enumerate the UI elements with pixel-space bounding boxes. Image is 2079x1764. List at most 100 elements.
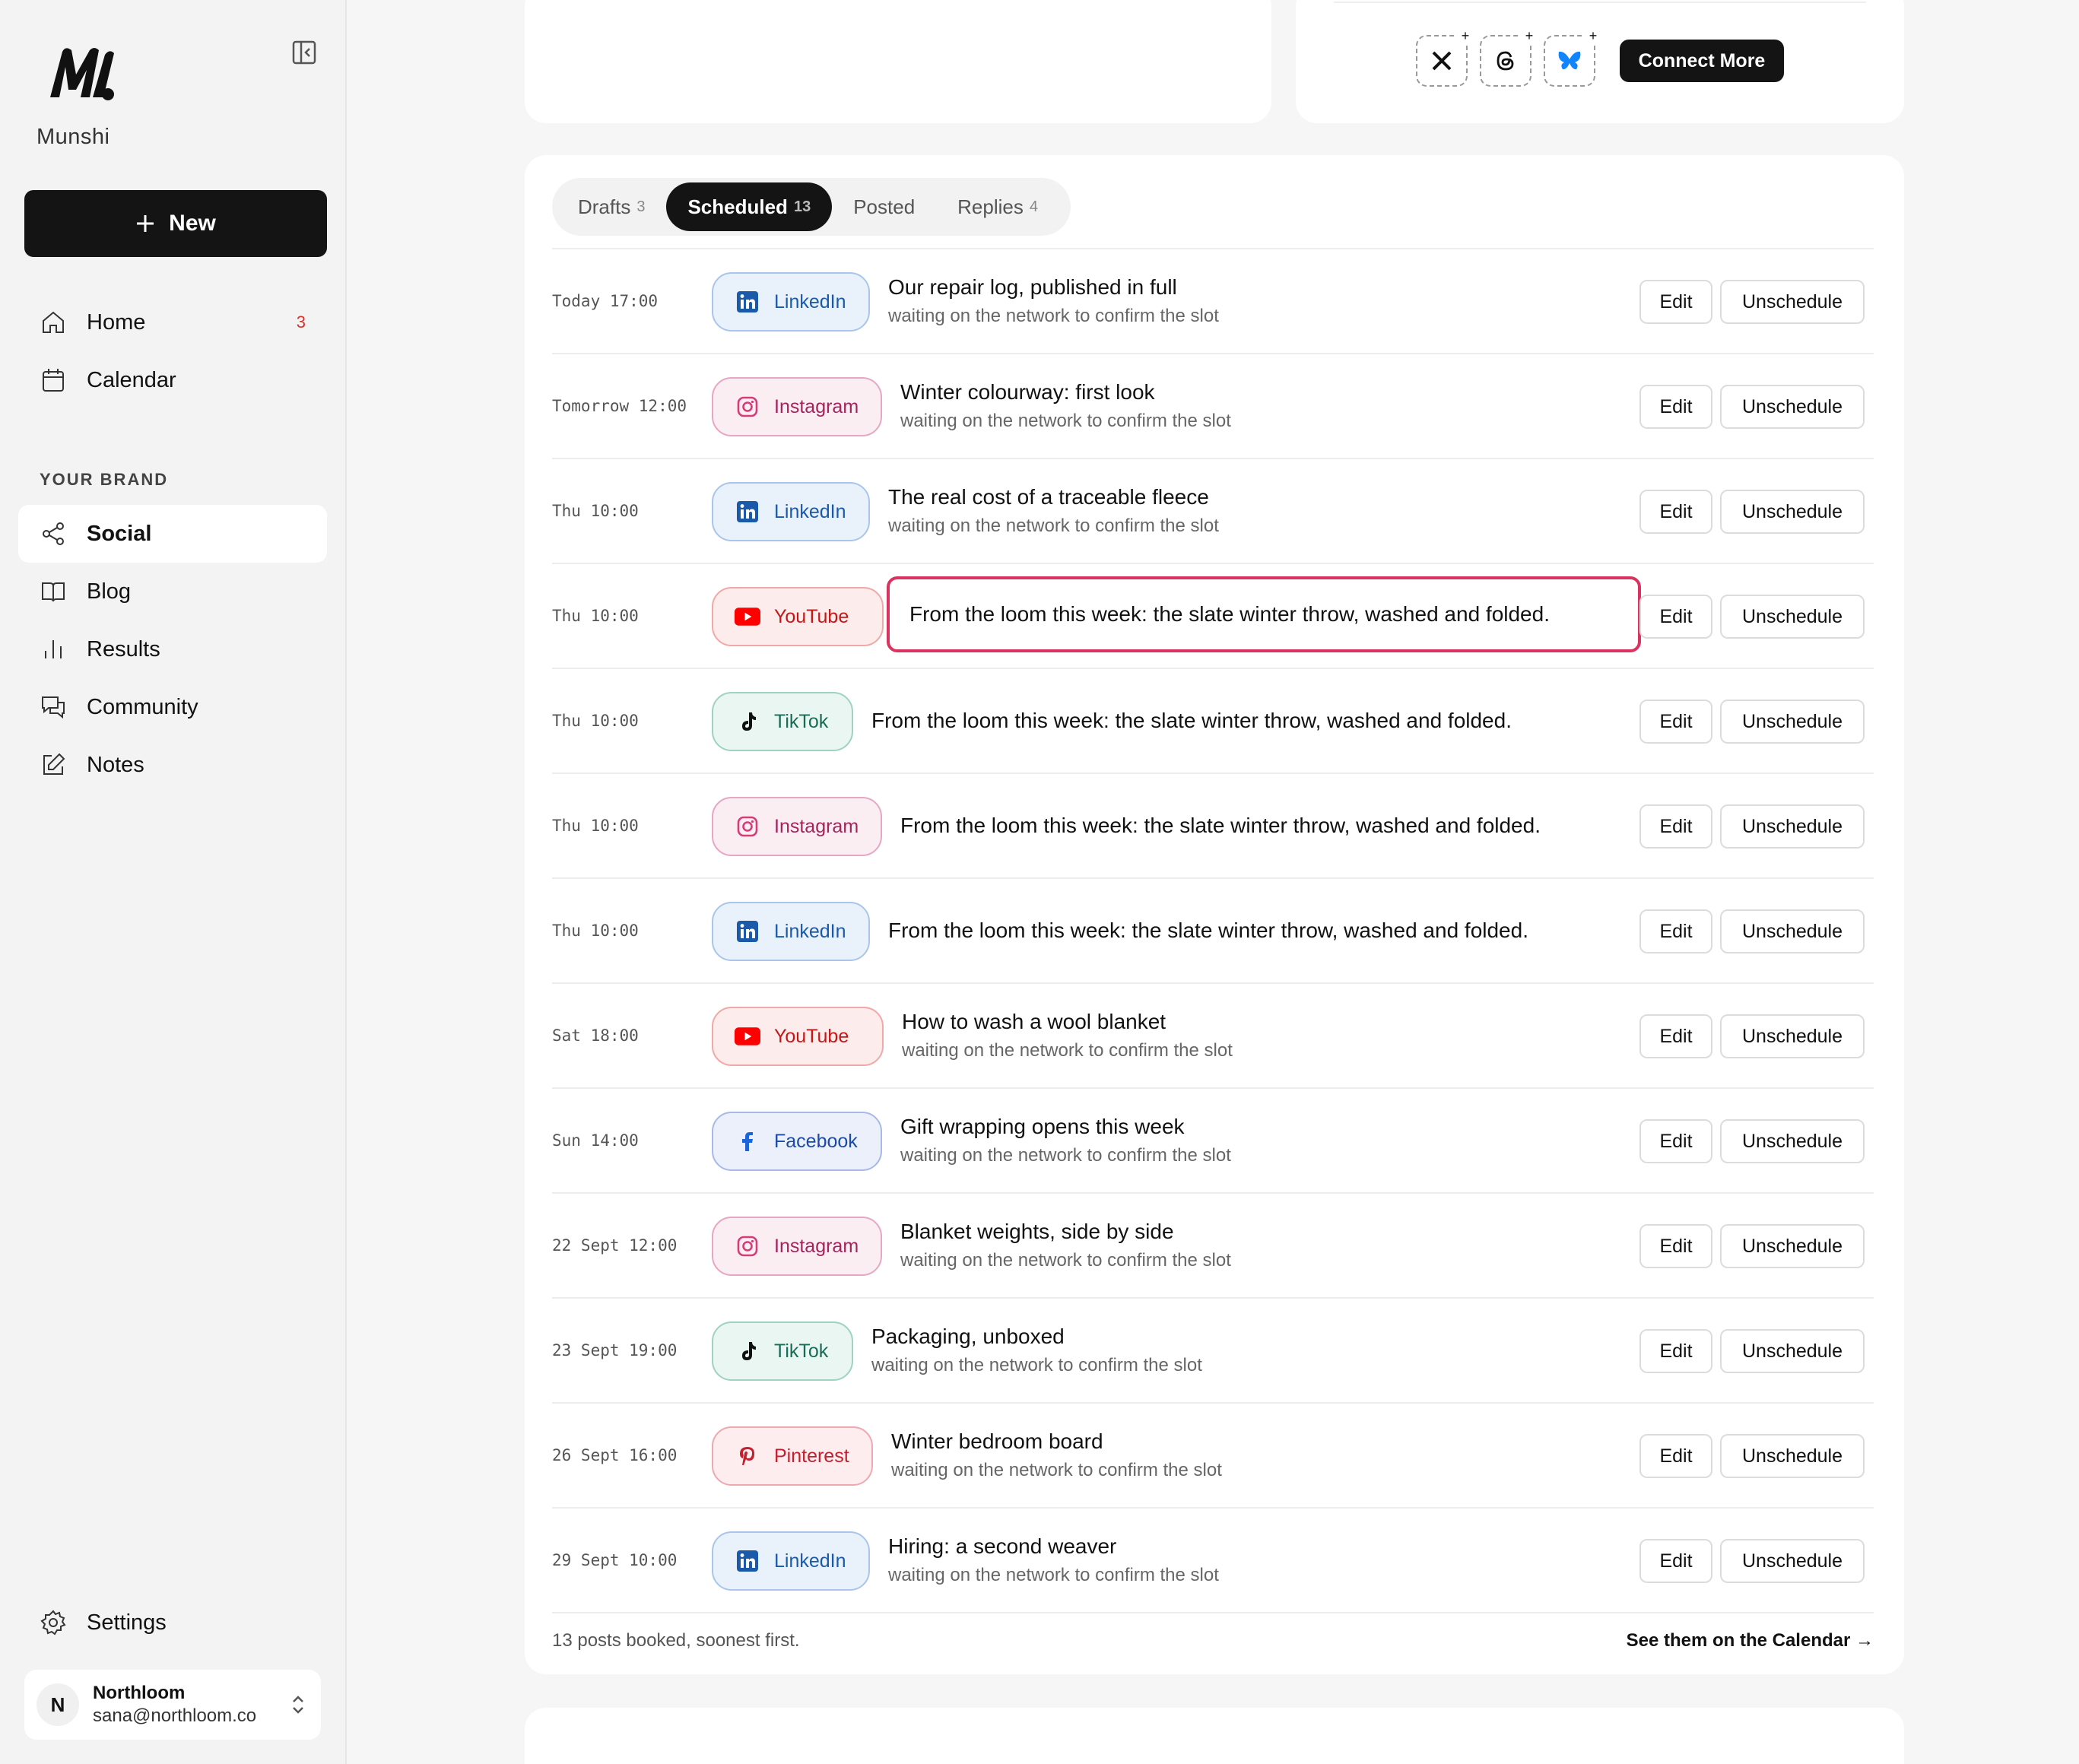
post-text: From the loom this week: the slate winte…	[871, 669, 1512, 773]
edit-button[interactable]: Edit	[1639, 1119, 1712, 1163]
book-icon	[42, 582, 65, 602]
post-text: Packaging, unboxed waiting on the networ…	[871, 1299, 1202, 1402]
edit-button[interactable]: Edit	[1639, 700, 1712, 744]
network-badge: LinkedIn	[712, 902, 870, 961]
table-row[interactable]: 23 Sept 19:00 TikTok Packaging, unboxed …	[552, 1299, 1874, 1404]
edit-button[interactable]: Edit	[1639, 1014, 1712, 1058]
edit-button[interactable]: Edit	[1639, 490, 1712, 534]
sidebar-item-notes[interactable]: Notes	[18, 736, 327, 794]
calendar-link[interactable]: See them on the Calendar →	[1627, 1630, 1874, 1651]
table-row[interactable]: Thu 10:00 LinkedIn From the loom this we…	[552, 879, 1874, 984]
tab-posted[interactable]: Posted	[832, 182, 936, 231]
unschedule-button[interactable]: Unschedule	[1720, 1119, 1865, 1163]
account-email: sana@northloom.co	[93, 1705, 257, 1726]
post-text: From the loom this week: the slate winte…	[888, 879, 1528, 982]
unschedule-button[interactable]: Unschedule	[1720, 280, 1865, 324]
post-title: From the loom this week: the slate winte…	[900, 814, 1541, 837]
sidebar-item-social[interactable]: Social	[18, 505, 327, 563]
tab-scheduled[interactable]: Scheduled 13	[666, 182, 833, 231]
table-row[interactable]: 22 Sept 12:00 Instagram Blanket weights,…	[552, 1194, 1874, 1299]
sidebar-item-settings[interactable]: Settings	[18, 1594, 327, 1651]
post-status: waiting on the network to confirm the sl…	[900, 411, 1231, 431]
connect-more-button[interactable]: Connect More	[1620, 40, 1784, 82]
post-text: Our repair log, published in full waitin…	[888, 249, 1219, 353]
connect-threads-slot[interactable]: +	[1480, 27, 1538, 87]
settings-nav: Settings	[18, 1594, 327, 1651]
post-time: Thu 10:00	[552, 607, 639, 625]
edit-button[interactable]: Edit	[1639, 1434, 1712, 1478]
table-row[interactable]: Thu 10:00 TikTok From the loom this week…	[552, 669, 1874, 774]
sidebar-item-calendar[interactable]: Calendar	[18, 351, 327, 409]
table-row[interactable]: Thu 10:00 LinkedIn The real cost of a tr…	[552, 459, 1874, 564]
posts-card: Drafts 3 Scheduled 13 Posted Replies 4 Toda…	[525, 155, 1904, 1674]
network-label: YouTube	[774, 1025, 849, 1047]
unschedule-button[interactable]: Unschedule	[1720, 595, 1865, 639]
unschedule-button[interactable]: Unschedule	[1720, 909, 1865, 953]
new-button[interactable]: New	[24, 190, 327, 257]
edit-button[interactable]: Edit	[1639, 1224, 1712, 1268]
sidebar-item-results[interactable]: Results	[18, 620, 327, 678]
unschedule-button[interactable]: Unschedule	[1720, 1014, 1865, 1058]
unschedule-button[interactable]: Unschedule	[1720, 1539, 1865, 1583]
plus-icon	[137, 215, 154, 232]
linkedin-icon	[735, 918, 760, 944]
edit-button[interactable]: Edit	[1639, 385, 1712, 429]
table-row[interactable]: 29 Sept 10:00 LinkedIn Hiring: a second …	[552, 1509, 1874, 1613]
unschedule-button[interactable]: Unschedule	[1720, 1434, 1865, 1478]
network-badge: Instagram	[712, 1217, 882, 1276]
home-badge: 3	[296, 313, 306, 332]
table-row[interactable]: 26 Sept 16:00 Pinterest Winter bedroom b…	[552, 1404, 1874, 1509]
edit-button[interactable]: Edit	[1639, 1329, 1712, 1373]
post-title: How to wash a wool blanket	[902, 1010, 1166, 1033]
tiktok-icon	[735, 1338, 760, 1364]
unschedule-button[interactable]: Unschedule	[1720, 385, 1865, 429]
network-badge: LinkedIn	[712, 272, 870, 332]
edit-button[interactable]: Edit	[1639, 595, 1712, 639]
youtube-icon	[735, 1023, 760, 1049]
post-title: From the loom this week: the slate winte…	[888, 918, 1528, 942]
sidebar-item-community[interactable]: Community	[18, 678, 327, 736]
table-row[interactable]: Sun 14:00 Facebook Gift wrapping opens t…	[552, 1089, 1874, 1194]
post-text: Hiring: a second weaver waiting on the n…	[888, 1509, 1219, 1612]
edit-button[interactable]: Edit	[1639, 804, 1712, 849]
post-time: 26 Sept 16:00	[552, 1446, 678, 1464]
network-badge: LinkedIn	[712, 1531, 870, 1591]
gear-icon	[40, 1610, 66, 1636]
sidebar-item-blog[interactable]: Blog	[18, 563, 327, 620]
selected-post-highlight[interactable]: From the loom this week: the slate winte…	[887, 576, 1641, 652]
edit-button[interactable]: Edit	[1639, 909, 1712, 953]
network-label: Facebook	[774, 1130, 858, 1152]
tab-replies[interactable]: Replies 4	[936, 182, 1059, 231]
tab-count: 3	[636, 198, 646, 215]
sidebar-item-home[interactable]: Home 3	[18, 293, 327, 351]
facebook-icon	[735, 1128, 760, 1154]
table-row[interactable]: Thu 10:00 YouTube From the loom this wee…	[552, 564, 1874, 669]
unschedule-button[interactable]: Unschedule	[1720, 1224, 1865, 1268]
post-time: Sat 18:00	[552, 1026, 639, 1045]
table-row[interactable]: Today 17:00 LinkedIn Our repair log, pub…	[552, 249, 1874, 354]
unschedule-button[interactable]: Unschedule	[1720, 700, 1865, 744]
edit-button[interactable]: Edit	[1639, 280, 1712, 324]
table-row[interactable]: Sat 18:00 YouTube How to wash a wool bla…	[552, 984, 1874, 1089]
tab-drafts[interactable]: Drafts 3	[557, 182, 666, 231]
unschedule-button[interactable]: Unschedule	[1720, 1329, 1865, 1373]
tab-count: 13	[793, 198, 811, 215]
unschedule-button[interactable]: Unschedule	[1720, 804, 1865, 849]
post-title: From the loom this week: the slate winte…	[909, 602, 1550, 626]
unschedule-button[interactable]: Unschedule	[1720, 490, 1865, 534]
edit-button[interactable]: Edit	[1639, 1539, 1712, 1583]
tab-label: Replies	[957, 195, 1024, 218]
collapse-sidebar-icon[interactable]	[290, 38, 319, 67]
connect-bluesky-slot[interactable]: +	[1544, 27, 1601, 87]
post-title: Winter colourway: first look	[900, 380, 1155, 404]
bar-chart-icon	[45, 640, 62, 658]
table-row[interactable]: Tomorrow 12:00 Instagram Winter colourwa…	[552, 354, 1874, 459]
table-row[interactable]: Thu 10:00 Instagram From the loom this w…	[552, 774, 1874, 879]
sidebar-item-label: Calendar	[87, 367, 176, 392]
network-label: LinkedIn	[774, 920, 846, 942]
account-switcher[interactable]: N Northloom sana@northloom.co	[24, 1670, 321, 1740]
connect-x-slot[interactable]: +	[1416, 27, 1474, 87]
connect-card: + + + Connect More	[1296, 0, 1904, 123]
munshi-logo[interactable]	[46, 44, 117, 102]
youtube-icon	[735, 604, 760, 630]
